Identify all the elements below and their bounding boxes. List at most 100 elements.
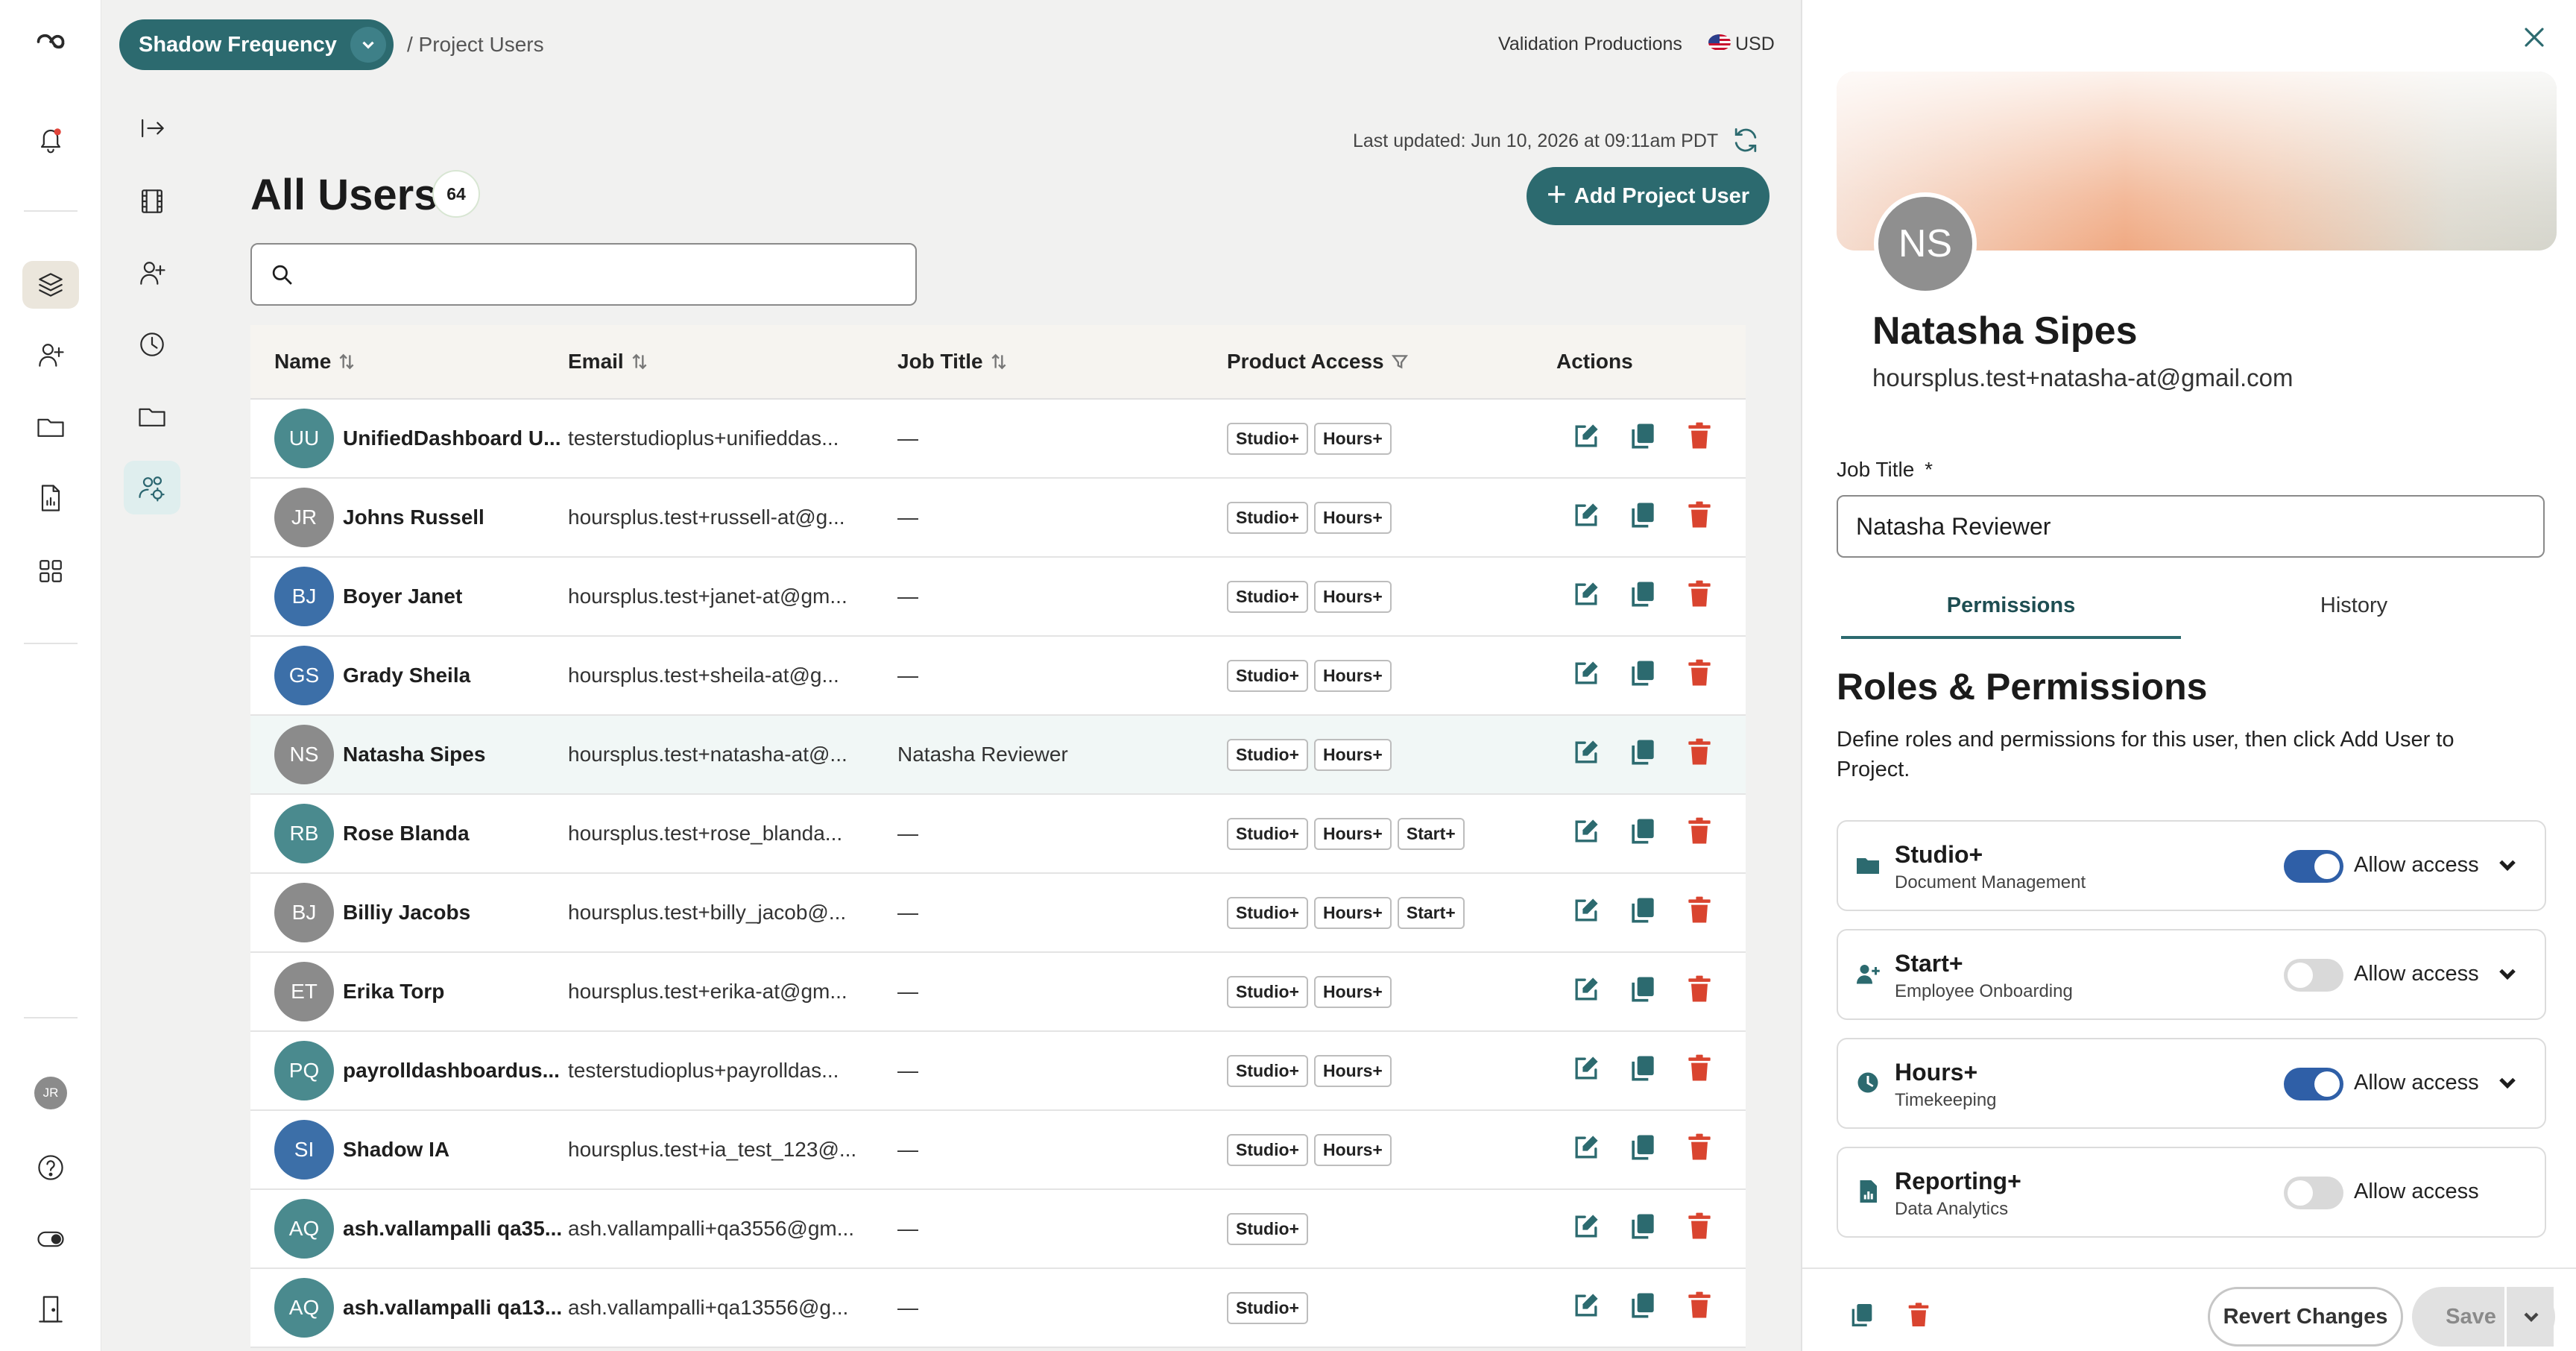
close-panel-icon[interactable] [2518, 21, 2551, 54]
chevron-down-icon[interactable] [2494, 851, 2521, 878]
delete-icon[interactable] [1683, 1210, 1716, 1248]
edit-icon[interactable] [1570, 578, 1603, 616]
brand-logo-icon[interactable] [22, 18, 79, 66]
clock-icon[interactable] [124, 318, 180, 371]
delete-icon[interactable] [1683, 973, 1716, 1011]
delete-icon[interactable] [1683, 1131, 1716, 1169]
layers-icon[interactable] [22, 261, 79, 309]
apps-grid-icon[interactable] [22, 547, 79, 595]
revert-changes-button[interactable]: Revert Changes [2208, 1287, 2403, 1347]
copy-icon[interactable] [1626, 578, 1659, 616]
delete-icon[interactable] [1683, 657, 1716, 695]
copy-icon[interactable] [1626, 1210, 1659, 1248]
table-row[interactable]: NS Natasha Sipes hoursplus.test+natasha-… [250, 716, 1746, 795]
table-row[interactable]: GS Grady Sheila hoursplus.test+sheila-at… [250, 637, 1746, 716]
project-selector[interactable]: Shadow Frequency [119, 19, 394, 70]
user-avatar: ET [274, 962, 334, 1021]
edit-icon[interactable] [1570, 1131, 1603, 1169]
copy-icon[interactable] [1626, 973, 1659, 1011]
column-header-email[interactable]: Email [568, 350, 897, 374]
table-row[interactable]: JR Johns Russell hoursplus.test+russell-… [250, 479, 1746, 558]
chevron-down-icon[interactable] [2494, 960, 2521, 987]
folder-icon[interactable] [124, 389, 180, 443]
column-header-name[interactable]: Name [250, 350, 568, 374]
add-user-icon[interactable] [22, 331, 79, 379]
edit-icon[interactable] [1570, 736, 1603, 774]
delete-user-icon[interactable] [1904, 1300, 1933, 1330]
tab-permissions[interactable]: Permissions [1841, 593, 2181, 639]
user-name: Rose Blanda [343, 822, 470, 845]
copy-icon[interactable] [1626, 1052, 1659, 1090]
add-project-user-button[interactable]: + Add Project User [1527, 167, 1770, 225]
allow-access-toggle[interactable] [2284, 850, 2343, 883]
table-row[interactable]: RB Rose Blanda hoursplus.test+rose_bland… [250, 795, 1746, 874]
permission-subtitle: Employee Onboarding [1895, 981, 2073, 1001]
delete-icon[interactable] [1683, 499, 1716, 537]
column-header-job-title[interactable]: Job Title [897, 350, 1227, 374]
permission-title: Studio+ [1895, 841, 1983, 868]
permission-card[interactable]: Hours+ Timekeeping Allow access [1837, 1038, 2546, 1129]
delete-icon[interactable] [1683, 578, 1716, 616]
table-row[interactable]: PQ payrolldashboardus... testerstudioplu… [250, 1032, 1746, 1111]
delete-icon[interactable] [1683, 736, 1716, 774]
permission-card[interactable]: Studio+ Document Management Allow access [1837, 820, 2546, 911]
refresh-icon[interactable] [1729, 124, 1762, 157]
allow-access-toggle[interactable] [2284, 1177, 2343, 1209]
delete-icon[interactable] [1683, 420, 1716, 458]
copy-icon[interactable] [1626, 1131, 1659, 1169]
product-access-tag: Studio+ [1227, 896, 1308, 929]
edit-icon[interactable] [1570, 657, 1603, 695]
table-row[interactable]: ET Erika Torp hoursplus.test+erika-at@gm… [250, 953, 1746, 1032]
job-title-input[interactable] [1837, 495, 2545, 558]
edit-icon[interactable] [1570, 815, 1603, 853]
permission-card[interactable]: Reporting+ Data Analytics Allow access [1837, 1147, 2546, 1238]
table-row[interactable]: BJ Boyer Janet hoursplus.test+janet-at@g… [250, 558, 1746, 637]
current-user-avatar[interactable]: JR [34, 1077, 67, 1109]
edit-icon[interactable] [1570, 1289, 1603, 1327]
copy-icon[interactable] [1626, 894, 1659, 932]
table-row[interactable]: UU UnifiedDashboard U... testerstudioplu… [250, 400, 1746, 479]
notifications-bell-icon[interactable] [22, 115, 79, 163]
column-header-product-access[interactable]: Product Access [1227, 350, 1556, 374]
currency-label[interactable]: USD [1735, 34, 1775, 55]
column-header-label: Product Access [1227, 350, 1384, 373]
logout-door-icon[interactable] [22, 1285, 79, 1333]
add-crew-icon[interactable] [124, 246, 180, 300]
help-icon[interactable] [22, 1144, 79, 1191]
delete-icon[interactable] [1683, 1052, 1716, 1090]
allow-access-toggle[interactable] [2284, 959, 2343, 992]
table-row[interactable]: BJ Billiy Jacobs hoursplus.test+billy_ja… [250, 874, 1746, 953]
copy-icon[interactable] [1626, 815, 1659, 853]
copy-icon[interactable] [1626, 1289, 1659, 1327]
permission-card[interactable]: Start+ Employee Onboarding Allow access [1837, 929, 2546, 1020]
user-email: hoursplus.test+erika-at@gm... [568, 980, 847, 1003]
delete-icon[interactable] [1683, 815, 1716, 853]
duplicate-user-icon[interactable] [1847, 1300, 1877, 1330]
edit-icon[interactable] [1570, 499, 1603, 537]
copy-icon[interactable] [1626, 736, 1659, 774]
column-header-label: Name [274, 350, 332, 373]
edit-icon[interactable] [1570, 1052, 1603, 1090]
theme-toggle-icon[interactable] [22, 1215, 79, 1263]
table-row[interactable]: AQ ash.vallampalli qa13... ash.vallampal… [250, 1269, 1746, 1348]
allow-access-toggle[interactable] [2284, 1068, 2343, 1100]
edit-icon[interactable] [1570, 894, 1603, 932]
delete-icon[interactable] [1683, 1289, 1716, 1327]
film-icon[interactable] [124, 174, 180, 228]
copy-icon[interactable] [1626, 499, 1659, 537]
delete-icon[interactable] [1683, 894, 1716, 932]
collapse-sidebar-icon[interactable] [124, 101, 180, 155]
search-input[interactable] [307, 252, 903, 297]
tab-history[interactable]: History [2184, 593, 2524, 618]
copy-icon[interactable] [1626, 420, 1659, 458]
chevron-down-icon[interactable] [2494, 1069, 2521, 1096]
folder-icon[interactable] [22, 403, 79, 450]
edit-icon[interactable] [1570, 1210, 1603, 1248]
report-document-icon[interactable] [22, 474, 79, 522]
copy-icon[interactable] [1626, 657, 1659, 695]
table-row[interactable]: AQ ash.vallampalli qa35... ash.vallampal… [250, 1190, 1746, 1269]
user-settings-icon[interactable] [124, 461, 180, 514]
table-row[interactable]: SI Shadow IA hoursplus.test+ia_test_123@… [250, 1111, 1746, 1190]
edit-icon[interactable] [1570, 420, 1603, 458]
edit-icon[interactable] [1570, 973, 1603, 1011]
